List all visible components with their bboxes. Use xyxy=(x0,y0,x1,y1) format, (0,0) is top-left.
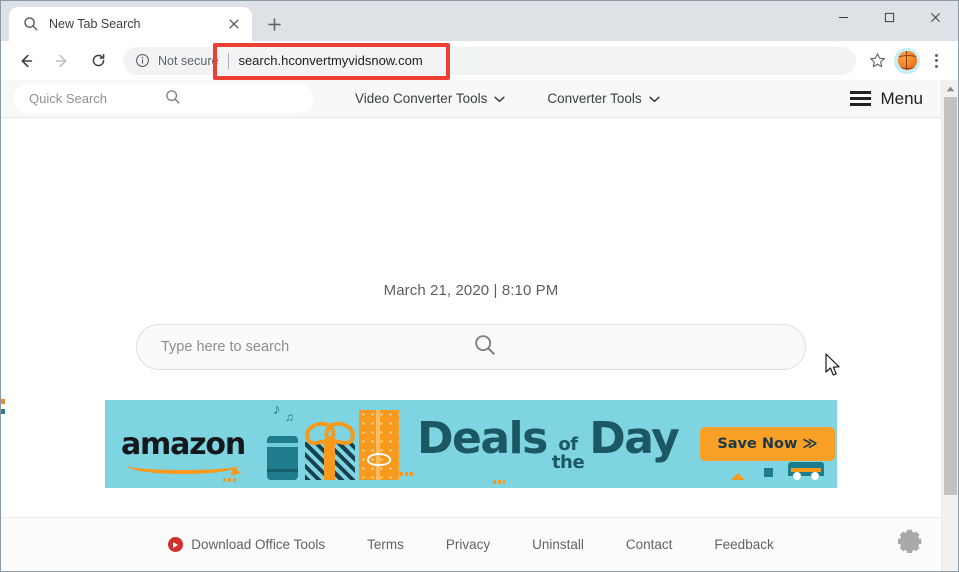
info-circle-icon[interactable] xyxy=(135,53,151,69)
footer-link-feedback[interactable]: Feedback xyxy=(714,537,773,552)
back-button[interactable] xyxy=(11,46,41,76)
date-time-display: March 21, 2020 | 8:10 PM xyxy=(384,282,559,299)
footer-link-label: Terms xyxy=(367,537,404,552)
date-text: March 21, 2020 xyxy=(383,282,490,299)
omnibox-divider xyxy=(228,52,230,69)
square-accent-icon xyxy=(764,468,773,477)
chevron-down-icon xyxy=(648,91,660,106)
page-scrollbar[interactable] xyxy=(941,80,958,571)
footer-link-label: Contact xyxy=(625,537,673,552)
scrollbar-thumb[interactable] xyxy=(944,97,957,495)
site-header: Quick Search Video Converter Tools Conve… xyxy=(1,80,941,118)
new-tab-button[interactable] xyxy=(260,10,288,38)
browser-window: New Tab Search Not secure search.hconver… xyxy=(0,0,959,572)
youtube-play-icon xyxy=(168,537,184,552)
footer-link-terms[interactable]: Terms xyxy=(367,537,404,552)
footer-link-download-office-tools[interactable]: Download Office Tools xyxy=(168,537,325,552)
reload-button[interactable] xyxy=(83,46,113,76)
mouse-cursor xyxy=(825,353,842,383)
web-page: Quick Search Video Converter Tools Conve… xyxy=(1,80,941,571)
minimize-button[interactable] xyxy=(820,1,866,33)
confetti-icon xyxy=(400,472,414,476)
nav-label: Video Converter Tools xyxy=(355,91,488,106)
url-text: search.hconvertmyvidsnow.com xyxy=(238,53,423,68)
three-dot-menu-icon[interactable] xyxy=(924,48,948,74)
triangle-accent-icon xyxy=(731,473,745,480)
avatar[interactable] xyxy=(894,47,920,74)
render-artifact xyxy=(1,399,5,404)
star-icon[interactable] xyxy=(864,48,890,74)
main-search-input[interactable]: Type here to search xyxy=(136,324,806,370)
search-icon[interactable] xyxy=(473,333,785,361)
footer-link-label: Download Office Tools xyxy=(191,537,326,552)
nav-label: Converter Tools xyxy=(547,91,642,106)
window-controls xyxy=(820,1,958,33)
site-nav-links: Video Converter Tools Converter Tools xyxy=(355,91,660,106)
page-footer: Download Office Tools Terms Privacy Unin… xyxy=(1,517,941,571)
the-text: the xyxy=(551,451,585,473)
confetti-icon xyxy=(223,478,237,482)
page-viewport: Quick Search Video Converter Tools Conve… xyxy=(1,80,958,571)
maximize-button[interactable] xyxy=(866,1,912,33)
quick-search-placeholder: Quick Search xyxy=(29,91,108,106)
nav-item-converter-tools[interactable]: Converter Tools xyxy=(547,91,660,106)
scroll-up-arrow-icon[interactable] xyxy=(946,80,955,97)
browser-tab[interactable]: New Tab Search xyxy=(9,7,252,41)
address-bar[interactable]: Not secure search.hconvertmyvidsnow.com xyxy=(123,46,856,75)
time-text: 8:10 PM xyxy=(501,282,559,299)
save-now-button[interactable]: Save Now ≫ xyxy=(700,427,835,461)
settings-button[interactable] xyxy=(895,526,925,561)
of-the-stack: of the xyxy=(551,433,585,473)
hamburger-icon xyxy=(850,91,872,106)
footer-link-label: Uninstall xyxy=(532,537,584,552)
footer-link-privacy[interactable]: Privacy xyxy=(446,537,490,552)
forward-button[interactable] xyxy=(47,46,77,76)
tab-title: New Tab Search xyxy=(49,17,141,31)
footer-link-contact[interactable]: Contact xyxy=(626,537,673,552)
banner-headline: Deals of the Day xyxy=(417,416,680,473)
security-status: Not secure xyxy=(158,53,219,68)
search-icon[interactable] xyxy=(165,89,301,108)
music-note-icon: ♪ ♫ xyxy=(273,401,294,424)
close-button[interactable] xyxy=(912,1,958,33)
footer-link-label: Feedback xyxy=(714,537,774,552)
day-text: Day xyxy=(589,412,680,464)
nav-item-video-converter-tools[interactable]: Video Converter Tools xyxy=(355,91,506,106)
of-text: of xyxy=(558,433,578,455)
menu-button[interactable]: Menu xyxy=(850,89,941,109)
page-content: March 21, 2020 | 8:10 PM Type here to se… xyxy=(1,118,941,517)
basketball-avatar-icon xyxy=(897,51,917,70)
gift-bow-icon xyxy=(305,429,355,444)
amazon-logo: amazon xyxy=(121,427,249,474)
tall-gift-icon xyxy=(359,410,399,480)
search-placeholder: Type here to search xyxy=(161,339,290,355)
navigation-bar: Not secure search.hconvertmyvidsnow.com xyxy=(1,41,958,80)
gift-illustration: ♪ ♫ xyxy=(253,401,413,484)
render-artifact xyxy=(1,409,5,414)
footer-link-uninstall[interactable]: Uninstall xyxy=(532,537,584,552)
search-icon xyxy=(23,16,40,33)
date-time-separator: | xyxy=(493,282,498,299)
quick-search-input[interactable]: Quick Search xyxy=(13,84,313,113)
chevron-down-icon xyxy=(494,91,506,106)
close-icon[interactable] xyxy=(224,14,244,34)
menu-label: Menu xyxy=(880,88,923,108)
tab-strip: New Tab Search xyxy=(1,1,958,41)
deals-text: Deals xyxy=(417,412,548,464)
striped-gift-icon xyxy=(305,442,355,480)
confetti-icon xyxy=(493,480,505,484)
footer-link-label: Privacy xyxy=(445,537,491,552)
echo-speaker-icon xyxy=(267,436,298,480)
amazon-smile-icon xyxy=(127,457,239,474)
amazon-deals-banner[interactable]: amazon ♪ ♫ Deals of the Day Save Now ≫ xyxy=(105,400,837,488)
delivery-truck-icon xyxy=(788,462,824,480)
gear-icon xyxy=(898,529,922,553)
